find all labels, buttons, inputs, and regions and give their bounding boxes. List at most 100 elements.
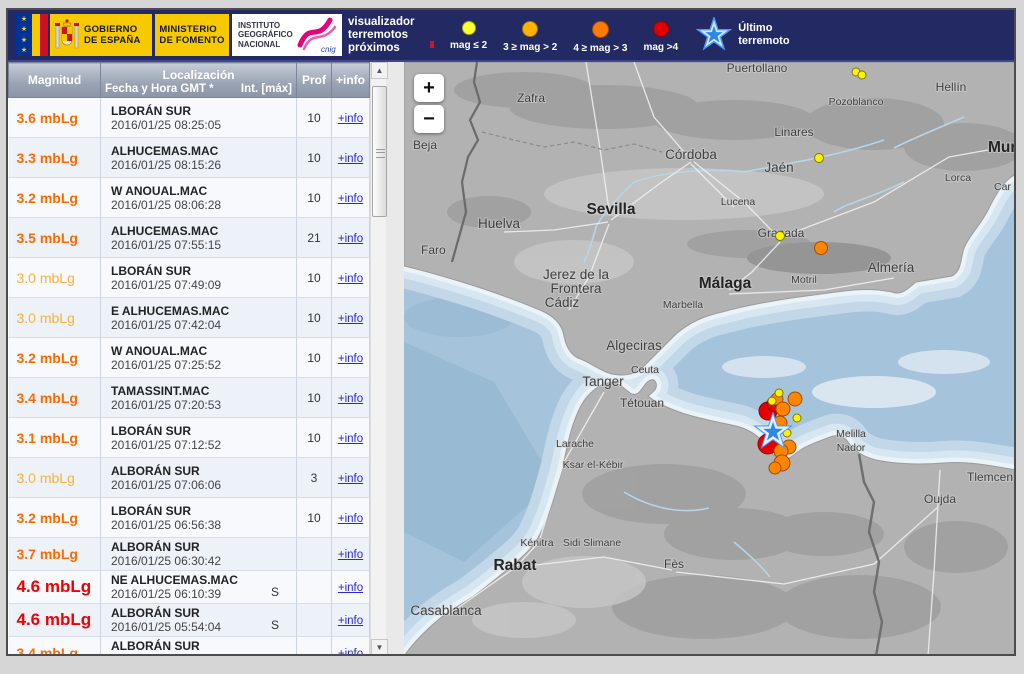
info-link[interactable]: +info xyxy=(338,549,363,561)
gobierno-line2: DE ESPAÑA xyxy=(84,35,141,46)
quake-marker[interactable] xyxy=(775,232,784,241)
zoom-in-button[interactable]: + xyxy=(414,74,444,102)
magnitude-legend: mag ≤ 23 ≥ mag > 24 ≥ mag > 3mag >4 xyxy=(450,17,678,54)
ministerio-logo: MINISTERIO DE FOMENTO xyxy=(155,14,229,56)
eu-spain-flag: ★★★★ xyxy=(16,14,48,56)
intensity-value xyxy=(258,450,292,452)
location-name: ALBORÁN SUR xyxy=(111,639,258,653)
intensity-value xyxy=(258,130,292,132)
event-datetime: 2016/01/25 07:42:04 xyxy=(111,318,258,332)
magnitude-value: 3.4 mbLg xyxy=(17,390,78,406)
legend-label: 3 ≥ mag > 2 xyxy=(503,42,557,53)
info-link[interactable]: +info xyxy=(338,648,363,656)
magnitude-value: 3.2 mbLg xyxy=(17,190,78,206)
info-link[interactable]: +info xyxy=(338,273,363,285)
cnig-logo-icon: cnig xyxy=(297,15,339,55)
magnitude-value: 3.2 mbLg xyxy=(17,510,78,526)
city-label: Puertollano xyxy=(727,62,788,75)
info-link[interactable]: +info xyxy=(338,313,363,325)
city-label: Jerez de la xyxy=(543,267,610,282)
quake-marker[interactable] xyxy=(788,392,802,406)
legend-item: 4 ≥ mag > 3 xyxy=(573,17,627,54)
event-datetime: 2016/01/25 08:06:28 xyxy=(111,198,258,212)
earthquake-map[interactable]: PuertollanoZafraPozoblancoHellínBejaLina… xyxy=(404,62,1014,656)
legend-item: mag >4 xyxy=(643,17,678,53)
city-label: Ceuta xyxy=(631,364,659,376)
city-label: Oujda xyxy=(924,492,956,506)
info-link[interactable]: +info xyxy=(338,233,363,245)
magnitude-value: 4.6 mbLg xyxy=(17,610,92,629)
quake-marker[interactable] xyxy=(775,389,783,397)
intensity-value xyxy=(258,490,292,492)
ministerio-line1: MINISTERIO xyxy=(159,24,224,35)
quake-marker[interactable] xyxy=(814,242,827,255)
event-datetime: 2016/01/25 06:10:39 xyxy=(111,587,258,601)
table-row: 3.2 mbLgLBORÁN SUR2016/01/25 06:56:3810+… xyxy=(9,498,370,538)
earthquake-table: Magnitud Localización Fecha y Hora GMT *… xyxy=(8,62,370,656)
intensity-value xyxy=(258,250,292,252)
city-label: Fès xyxy=(664,557,684,571)
depth-value: 21 xyxy=(297,218,332,258)
depth-value xyxy=(297,571,332,604)
location-name: ALHUCEMAS.MAC xyxy=(111,224,258,238)
last-quake-legend: Último terremoto xyxy=(696,17,789,53)
table-row: 3.5 mbLgALHUCEMAS.MAC2016/01/25 07:55:15… xyxy=(9,218,370,258)
city-label: Kénitra xyxy=(520,537,553,549)
quake-marker[interactable] xyxy=(793,414,801,422)
city-label: Larache xyxy=(556,438,594,450)
quake-marker[interactable] xyxy=(769,462,781,474)
location-name: LBORÁN SUR xyxy=(111,264,258,278)
earthquake-list-panel: Magnitud Localización Fecha y Hora GMT *… xyxy=(8,62,386,656)
info-link[interactable]: +info xyxy=(338,582,363,594)
legend-dot-icon xyxy=(522,21,538,37)
col-header-prof: Prof xyxy=(297,63,332,98)
ign-line1: INSTITUTO xyxy=(238,21,297,31)
depth-value: 3 xyxy=(297,458,332,498)
info-link[interactable]: +info xyxy=(338,433,363,445)
info-link[interactable]: +info xyxy=(338,513,363,525)
scrollbar-thumb[interactable] xyxy=(372,86,387,217)
depth-value: 10 xyxy=(297,298,332,338)
legend-dot-icon xyxy=(462,21,476,35)
location-name: TAMASSINT.MAC xyxy=(111,384,258,398)
event-datetime: 2016/01/25 07:12:52 xyxy=(111,438,258,452)
map-panel[interactable]: PuertollanoZafraPozoblancoHellínBejaLina… xyxy=(404,62,1014,656)
info-link[interactable]: +info xyxy=(338,113,363,125)
table-row: 3.4 mbLgALBORÁN SUR2016/01/25 05:50:32+i… xyxy=(9,637,370,657)
depth-value: 10 xyxy=(297,338,332,378)
quake-marker[interactable] xyxy=(776,402,790,416)
info-link[interactable]: +info xyxy=(338,193,363,205)
event-datetime: 2016/01/25 05:50:32 xyxy=(111,653,258,656)
gobierno-logo: GOBIERNO DE ESPAÑA xyxy=(50,14,152,56)
location-name: ALBORÁN SUR xyxy=(111,606,258,620)
col-header-localizacion: Localización Fecha y Hora GMT * Int. [má… xyxy=(101,63,297,98)
scroll-up-button[interactable]: ▲ xyxy=(371,62,388,79)
star-icon xyxy=(696,17,732,53)
table-row: 3.6 mbLgLBORÁN SUR2016/01/25 08:25:0510+… xyxy=(9,98,370,138)
quake-marker[interactable] xyxy=(814,154,823,163)
city-label: Lorca xyxy=(945,172,971,184)
intensity-value xyxy=(258,330,292,332)
city-label: Pozoblanco xyxy=(829,96,884,108)
city-label: Faro xyxy=(421,243,446,257)
zoom-out-button[interactable]: − xyxy=(414,105,444,133)
depth-value: 10 xyxy=(297,138,332,178)
magnitude-value: 3.0 mbLg xyxy=(17,270,75,286)
city-label: Ksar el-Kébir xyxy=(563,459,624,471)
map-zoom-controls: + − xyxy=(414,74,444,136)
quake-marker[interactable] xyxy=(858,71,866,79)
quake-marker[interactable] xyxy=(768,397,776,405)
app-window: ★★★★ GOBIERNO DE ESPAÑA xyxy=(6,8,1016,656)
info-link[interactable]: +info xyxy=(338,615,363,627)
scroll-down-button[interactable]: ▼ xyxy=(371,639,388,656)
info-link[interactable]: +info xyxy=(338,353,363,365)
event-datetime: 2016/01/25 08:15:26 xyxy=(111,158,258,172)
info-link[interactable]: +info xyxy=(338,153,363,165)
app-title: visualizador terremotos próximos xyxy=(348,16,428,55)
city-label: Car xyxy=(994,181,1011,193)
info-link[interactable]: +info xyxy=(338,393,363,405)
event-datetime: 2016/01/25 08:25:05 xyxy=(111,118,258,132)
table-scrollbar[interactable]: ▲ ▼ xyxy=(370,62,386,656)
info-link[interactable]: +info xyxy=(338,473,363,485)
depth-value xyxy=(297,538,332,571)
